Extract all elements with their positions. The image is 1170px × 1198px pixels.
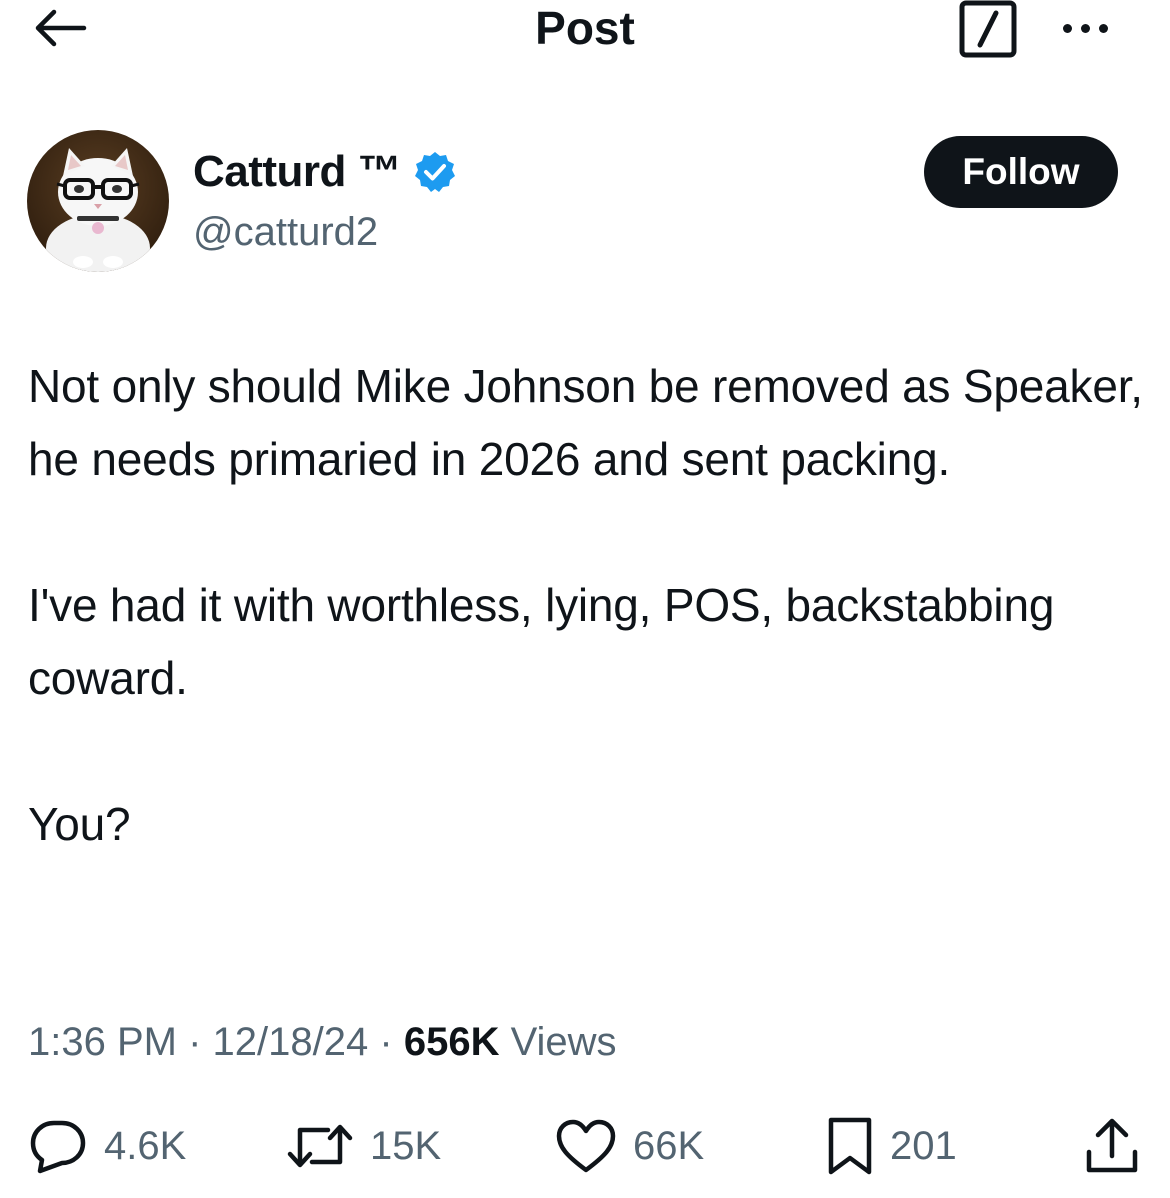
avatar-image (27, 130, 169, 272)
bookmark-count: 201 (890, 1123, 957, 1168)
meta-separator: · (188, 1020, 202, 1064)
heart-icon (556, 1119, 616, 1173)
share-button[interactable] (1084, 1112, 1140, 1180)
tweet-text: Not only should Mike Johnson be removed … (28, 350, 1153, 861)
follow-button[interactable]: Follow (924, 136, 1118, 208)
avatar[interactable] (27, 130, 169, 272)
more-horizontal-icon (1062, 23, 1108, 33)
tweet-time[interactable]: 1:36 PM (28, 1020, 177, 1064)
meta-separator: · (379, 1020, 393, 1064)
author-handle[interactable]: @catturd2 (193, 206, 378, 258)
tweet-paragraph: Not only should Mike Johnson be removed … (28, 360, 1143, 485)
like-count: 66K (633, 1123, 705, 1168)
views-count: 656K (403, 1020, 500, 1064)
top-bar: Post (0, 0, 1170, 60)
grok-icon (959, 0, 1017, 58)
reply-icon (30, 1120, 86, 1174)
share-icon (1086, 1118, 1138, 1173)
bookmark-icon (828, 1117, 872, 1175)
action-bar: 4.6K 15K 66K 201 (0, 1112, 1170, 1180)
author-display-name[interactable]: Catturd ™ (193, 147, 402, 197)
like-button[interactable]: 66K (555, 1112, 704, 1180)
author-name-row[interactable]: Catturd ™ (193, 146, 457, 198)
more-options-button[interactable] (1050, 8, 1120, 48)
tweet-paragraph: I've had it with worthless, lying, POS, … (28, 579, 1055, 704)
tweet-paragraph: You? (28, 798, 131, 850)
repost-count: 15K (370, 1123, 442, 1168)
reply-count: 4.6K (104, 1123, 187, 1168)
repost-icon (287, 1124, 353, 1168)
tweet-meta: 1:36 PM · 12/18/24 · 656K Views (28, 1013, 617, 1071)
repost-button[interactable]: 15K (286, 1112, 441, 1180)
grok-button[interactable] (954, 0, 1022, 58)
verified-badge-icon (413, 150, 457, 194)
views-label: Views (510, 1020, 617, 1064)
tweet-date[interactable]: 12/18/24 (213, 1020, 369, 1064)
reply-button[interactable]: 4.6K (28, 1112, 186, 1180)
bookmark-button[interactable]: 201 (826, 1112, 957, 1180)
